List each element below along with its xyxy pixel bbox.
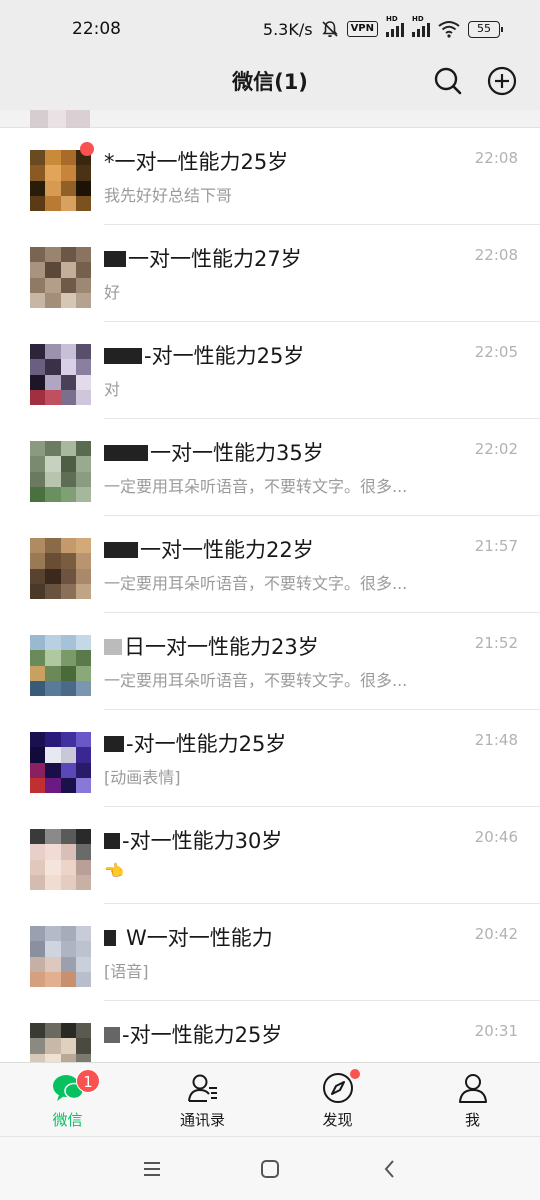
search-icon[interactable] bbox=[431, 64, 465, 98]
tab-label: 发现 bbox=[322, 1111, 353, 1129]
chat-name: -对一性能力25岁 bbox=[104, 340, 304, 370]
tab-me[interactable]: 我 bbox=[405, 1063, 540, 1136]
avatar bbox=[30, 732, 91, 793]
chat-preview: 一定要用耳朵听语音，不要转文字。很多... bbox=[104, 574, 408, 593]
chat-time: 21:48 bbox=[474, 731, 518, 749]
avatar bbox=[30, 926, 91, 987]
chat-name: 一对一性能力27岁 bbox=[104, 243, 302, 273]
chat-preview: [语音] bbox=[104, 962, 149, 981]
chat-preview: [动画表情] bbox=[104, 768, 181, 787]
avatar bbox=[30, 247, 91, 308]
chat-preview: 我先好好总结下哥 bbox=[104, 186, 233, 205]
avatar bbox=[30, 441, 91, 502]
chat-time: 22:02 bbox=[474, 440, 518, 458]
status-time: 22:08 bbox=[72, 19, 121, 39]
bottom-nav: 1 微信 通讯录 发现 我 bbox=[0, 1062, 540, 1136]
chat-time: 22:08 bbox=[474, 246, 518, 264]
add-icon[interactable] bbox=[485, 64, 519, 98]
home-icon[interactable] bbox=[258, 1157, 282, 1181]
network-speed: 5.3K/s bbox=[262, 19, 313, 39]
chat-preview: 一定要用耳朵听语音，不要转文字。很多... bbox=[104, 671, 408, 690]
notification-dot bbox=[350, 1069, 360, 1079]
avatar bbox=[30, 150, 91, 211]
chat-preview: 一定要用耳朵听语音，不要转文字。很多... bbox=[104, 477, 408, 496]
chat-row[interactable]: 一对一性能力27岁 好 22:08 bbox=[0, 225, 540, 322]
redacted-block bbox=[104, 251, 126, 267]
redacted-block bbox=[104, 639, 122, 655]
redacted-block bbox=[104, 736, 124, 752]
back-icon[interactable] bbox=[378, 1157, 402, 1181]
chat-name: -对一性能力30岁 bbox=[104, 825, 282, 855]
chat-time: 21:57 bbox=[474, 537, 518, 555]
avatar bbox=[30, 538, 91, 599]
system-nav-bar bbox=[0, 1136, 540, 1200]
contacts-icon bbox=[187, 1074, 217, 1102]
unread-dot bbox=[80, 142, 94, 156]
chat-row[interactable]: -对一性能力25岁 对 22:05 bbox=[0, 322, 540, 419]
redacted-block bbox=[104, 930, 116, 946]
chat-row[interactable]: 一对一性能力22岁 一定要用耳朵听语音，不要转文字。很多... 21:57 bbox=[0, 516, 540, 613]
chat-time: 20:46 bbox=[474, 828, 518, 846]
chat-row[interactable]: *一对一性能力25岁 我先好好总结下哥 22:08 bbox=[0, 128, 540, 225]
chat-name: -对一性能力25岁 bbox=[104, 728, 286, 758]
chat-name: 一对一性能力22岁 bbox=[104, 534, 314, 564]
signal-icon-1: HD bbox=[386, 15, 404, 37]
avatar bbox=[30, 635, 91, 696]
chat-name: *一对一性能力25岁 bbox=[104, 150, 289, 174]
chat-row[interactable]: -对一性能力25岁 [动画表情] 21:48 bbox=[0, 710, 540, 807]
chat-time: 22:05 bbox=[474, 343, 518, 361]
chat-preview: 👈 bbox=[104, 861, 124, 880]
wifi-icon bbox=[438, 21, 460, 38]
tab-label: 我 bbox=[464, 1111, 480, 1129]
chat-preview: 好 bbox=[104, 283, 121, 302]
redacted-block bbox=[104, 445, 148, 461]
chat-row[interactable]: 日一对一性能力23岁 一定要用耳朵听语音，不要转文字。很多... 21:52 bbox=[0, 613, 540, 710]
chat-time: 20:42 bbox=[474, 925, 518, 943]
chat-list[interactable]: *一对一性能力25岁 我先好好总结下哥 22:08 一对一性能力27岁 好 22… bbox=[0, 128, 540, 1084]
chat-name: W一对一性能力 bbox=[104, 922, 273, 952]
chat-time: 21:52 bbox=[474, 634, 518, 652]
vpn-icon: VPN bbox=[346, 21, 378, 37]
chat-name: 日一对一性能力23岁 bbox=[104, 631, 319, 661]
chat-preview: 对 bbox=[104, 380, 121, 399]
redacted-block bbox=[104, 348, 142, 364]
avatar bbox=[30, 829, 91, 890]
chat-time: 22:08 bbox=[474, 149, 518, 167]
status-indicators: 5.3K/s VPN HD HD 55 bbox=[262, 15, 503, 39]
chat-name: -对一性能力25岁 bbox=[104, 1019, 282, 1049]
chat-row[interactable]: -对一性能力30岁 👈 20:46 bbox=[0, 807, 540, 904]
chat-time: 20:31 bbox=[474, 1022, 518, 1040]
redacted-block bbox=[104, 542, 138, 558]
avatar bbox=[30, 344, 91, 405]
bell-muted-icon bbox=[321, 21, 338, 38]
chat-row[interactable]: 一对一性能力35岁 一定要用耳朵听语音，不要转文字。很多... 22:02 bbox=[0, 419, 540, 516]
chat-name: 一对一性能力35岁 bbox=[104, 437, 324, 467]
tab-label: 通讯录 bbox=[179, 1111, 225, 1129]
menu-icon[interactable] bbox=[140, 1157, 164, 1181]
tab-contacts[interactable]: 通讯录 bbox=[135, 1063, 270, 1136]
avatar bbox=[30, 110, 90, 128]
tab-chats[interactable]: 1 微信 bbox=[0, 1063, 135, 1136]
me-icon bbox=[458, 1074, 487, 1103]
app-header: 微信(1) bbox=[0, 58, 540, 110]
unread-badge: 1 bbox=[76, 1069, 100, 1093]
list-top-strip bbox=[0, 110, 540, 128]
tab-label: 微信 bbox=[52, 1111, 83, 1129]
tab-discover[interactable]: 发现 bbox=[270, 1063, 405, 1136]
redacted-block bbox=[104, 1027, 120, 1043]
status-bar: 22:08 5.3K/s VPN HD HD 55 bbox=[0, 0, 540, 58]
chat-row[interactable]: W一对一性能力 [语音] 20:42 bbox=[0, 904, 540, 1001]
redacted-block bbox=[104, 833, 120, 849]
discover-icon bbox=[322, 1073, 353, 1103]
signal-icon-2: HD bbox=[412, 15, 430, 37]
battery-icon: 55 bbox=[468, 20, 503, 38]
